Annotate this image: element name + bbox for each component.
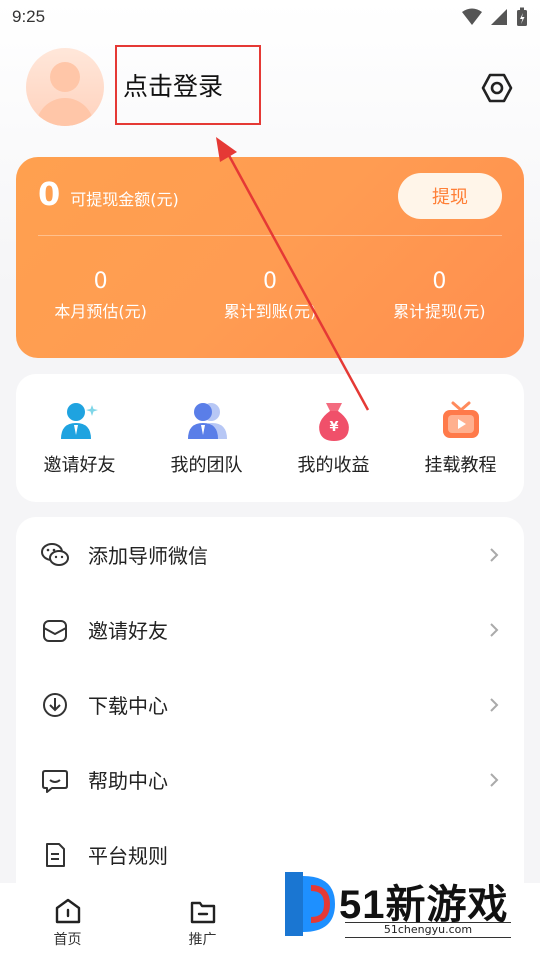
menu-label: 下载中心	[88, 694, 168, 718]
chevron-right-icon	[490, 697, 499, 712]
menu-item-download-center[interactable]: 下载中心	[16, 667, 524, 742]
earnings-stats: 0 本月预估(元) 0 累计到账(元) 0 累计提现(元)	[16, 269, 524, 322]
balance-value: 0	[38, 175, 61, 213]
tab-label: 推广	[188, 932, 217, 948]
menu-list: 添加导师微信 邀请好友 下载中心 帮助中心 平台规则	[16, 517, 524, 897]
quick-invite-friends[interactable]: 邀请好友	[16, 399, 143, 477]
profile-header	[26, 48, 104, 126]
stat-value: 0	[262, 269, 277, 294]
menu-label: 帮助中心	[88, 769, 168, 793]
stat-total-withdrawn: 0 累计提现(元)	[355, 269, 524, 322]
stat-label: 本月预估(元)	[54, 302, 147, 321]
quick-label: 邀请好友	[43, 455, 116, 476]
stat-value: 0	[93, 269, 108, 294]
avatar[interactable]	[26, 48, 104, 126]
chevron-right-icon	[490, 622, 499, 637]
watermark-url: 51chengyu.com	[345, 922, 511, 938]
withdraw-button[interactable]: 提现	[398, 173, 502, 219]
login-button[interactable]: 点击登录	[115, 45, 261, 125]
quick-label: 我的团队	[170, 455, 243, 476]
menu-item-add-mentor-wechat[interactable]: 添加导师微信	[16, 517, 524, 592]
quick-actions-card: 邀请好友 我的团队 ¥ 我的收益 挂载教程	[16, 374, 524, 502]
stat-total-received: 0 累计到账(元)	[185, 269, 354, 322]
chevron-right-icon	[490, 547, 499, 562]
menu-item-help-center[interactable]: 帮助中心	[16, 742, 524, 817]
earnings-card: 0 可提现金额(元) 提现 0 本月预估(元) 0 累计到账(元) 0 累计提现…	[16, 157, 524, 358]
invite-user-icon	[60, 403, 98, 439]
tab-promotion[interactable]: 推广	[135, 883, 270, 960]
wechat-icon	[41, 542, 69, 566]
money-bag-icon: ¥	[318, 403, 349, 441]
watermark-logo-icon	[285, 872, 335, 936]
stat-label: 累计到账(元)	[223, 302, 317, 321]
home-icon	[55, 898, 80, 924]
balance-row: 0 可提现金额(元)	[38, 175, 179, 213]
status-icons	[462, 7, 528, 27]
menu-label: 平台规则	[88, 844, 168, 868]
status-time: 9:25	[12, 7, 46, 26]
team-icon	[187, 403, 227, 439]
balance-label: 可提现金额(元)	[70, 190, 179, 209]
quick-label: 挂载教程	[424, 455, 497, 476]
tab-label: 首页	[53, 932, 82, 948]
quick-label: 我的收益	[297, 455, 370, 476]
envelope-icon	[43, 619, 67, 642]
status-bar: 9:25	[0, 0, 540, 34]
card-divider	[38, 235, 502, 236]
svg-text:¥: ¥	[329, 420, 338, 435]
menu-item-invite-friends[interactable]: 邀请好友	[16, 592, 524, 667]
download-icon	[43, 692, 67, 717]
watermark: 51新游戏 51chengyu.com	[283, 860, 523, 950]
stat-label: 累计提现(元)	[393, 302, 486, 321]
signal-icon	[491, 9, 507, 25]
quick-my-earnings[interactable]: ¥ 我的收益	[270, 399, 397, 477]
chevron-right-icon	[490, 772, 499, 787]
menu-label: 添加导师微信	[88, 544, 208, 568]
menu-label: 邀请好友	[88, 619, 168, 643]
folder-icon	[190, 901, 215, 924]
quick-my-team[interactable]: 我的团队	[143, 399, 270, 477]
settings-icon[interactable]	[481, 72, 513, 104]
wifi-icon	[462, 8, 482, 25]
chat-help-icon	[42, 769, 68, 793]
quick-mount-tutorial[interactable]: 挂载教程	[397, 399, 524, 477]
login-label: 点击登录	[123, 72, 224, 101]
stat-monthly-estimate: 0 本月预估(元)	[16, 269, 185, 322]
document-icon	[46, 842, 65, 867]
battery-icon	[517, 7, 527, 26]
tv-play-icon	[442, 401, 479, 438]
stat-value: 0	[432, 269, 447, 294]
tab-home[interactable]: 首页	[0, 883, 135, 960]
